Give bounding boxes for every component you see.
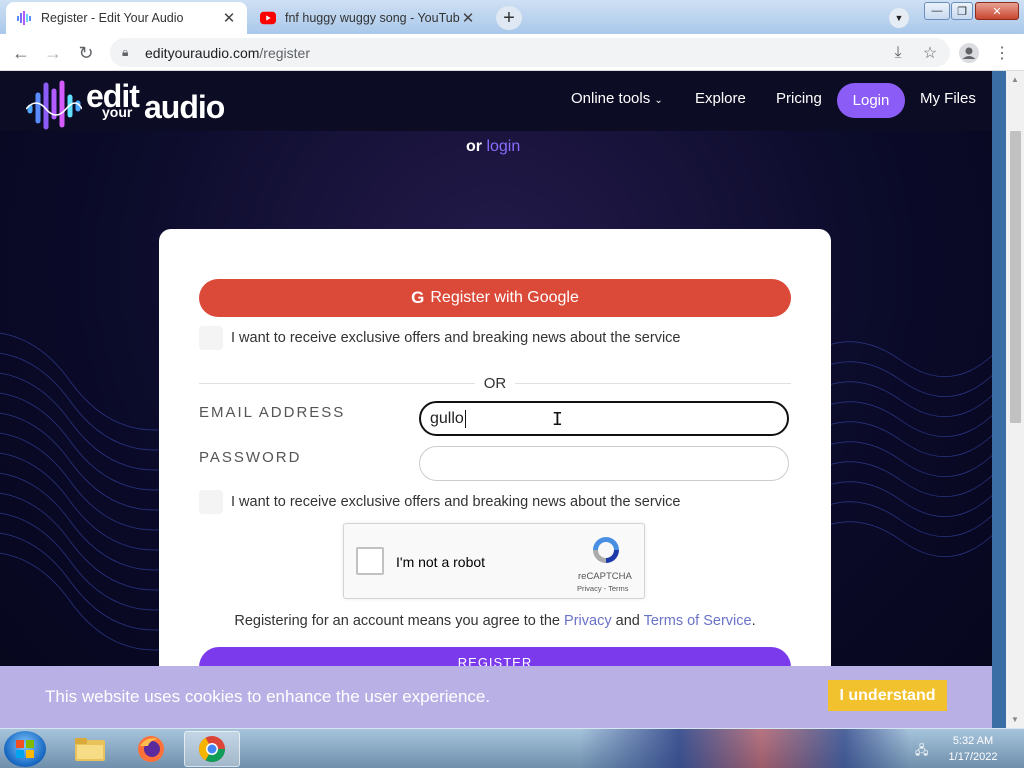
waveform-logo-icon <box>26 80 82 130</box>
recaptcha-links[interactable]: Privacy - Terms <box>577 584 629 593</box>
recaptcha-checkbox[interactable] <box>356 547 384 575</box>
newsletter-label: I want to receive exclusive offers and b… <box>231 494 681 510</box>
nav-pricing[interactable]: Pricing <box>776 90 822 107</box>
scroll-up-icon[interactable]: ▲ <box>1011 75 1019 84</box>
cookie-accept-button[interactable]: I understand <box>828 680 947 711</box>
newsletter-label: I want to receive exclusive offers and b… <box>231 330 681 346</box>
newsletter-checkbox-row-top: I want to receive exclusive offers and b… <box>199 326 680 350</box>
ibeam-cursor-icon: I <box>552 409 563 430</box>
nav-online-tools[interactable]: Online tools ⌄ <box>571 90 663 107</box>
web-page: edit your audio Online tools ⌄ Explore P… <box>0 71 992 728</box>
privacy-link[interactable]: Privacy <box>564 613 612 629</box>
close-window-button[interactable]: ✕ <box>975 2 1019 20</box>
login-button[interactable]: Login <box>837 83 905 118</box>
text-caret <box>464 409 466 428</box>
close-icon[interactable]: ✕ <box>460 9 476 27</box>
reload-icon[interactable]: ↻ <box>74 41 98 65</box>
recaptcha-brand: reCAPTCHA <box>578 571 632 582</box>
newsletter-checkbox-row-bottom: I want to receive exclusive offers and b… <box>199 490 680 514</box>
clock-date: 1/17/2022 <box>948 751 998 763</box>
kebab-menu-icon[interactable]: ⋮ <box>990 41 1014 65</box>
password-label: PASSWORD <box>199 449 302 466</box>
terms-and: and <box>615 613 640 629</box>
google-icon: G <box>411 288 425 307</box>
terms-prefix: Registering for an account means you agr… <box>234 613 561 629</box>
minimize-button[interactable]: — <box>924 2 950 20</box>
nav-online-tools-label: Online tools <box>571 90 651 107</box>
youtube-icon <box>260 10 276 26</box>
cookie-message: This website uses cookies to enhance the… <box>45 687 491 706</box>
profile-avatar-icon[interactable] <box>957 41 981 65</box>
cookie-banner: This website uses cookies to enhance the… <box>0 666 992 728</box>
windows-taskbar: 🖧︎ 5:32 AM 1/17/2022 <box>0 728 1024 768</box>
email-field[interactable]: gullo <box>419 401 789 436</box>
recaptcha-logo-icon <box>593 537 619 563</box>
tab-title: fnf huggy wuggy song - YouTube <box>285 11 460 25</box>
nav-my-files[interactable]: My Files <box>920 90 976 107</box>
windows-start-button[interactable] <box>4 731 46 767</box>
email-label: EMAIL ADDRESS <box>199 404 346 421</box>
password-field[interactable] <box>419 446 789 481</box>
address-bar[interactable]: 🔒︎ edityouraudio.com/register <box>110 38 950 67</box>
edityouraudio-favicon-icon <box>16 10 32 26</box>
firefox-taskbar-button[interactable] <box>123 731 179 767</box>
browser-tab-strip: Register - Edit Your Audio ✕ fnf huggy w… <box>0 0 1024 34</box>
desktop-wallpaper-strip <box>580 729 910 768</box>
scroll-down-icon[interactable]: ▼ <box>1011 715 1019 724</box>
chrome-taskbar-button[interactable] <box>184 731 240 767</box>
folder-icon <box>75 738 105 761</box>
firefox-icon <box>138 736 164 762</box>
site-logo[interactable]: edit your audio <box>26 75 240 131</box>
chevron-down-icon: ⌄ <box>654 95 663 106</box>
file-explorer-taskbar-button[interactable] <box>62 731 118 767</box>
register-with-google-button[interactable]: G Register with Google <box>199 279 791 317</box>
page-scrollbar[interactable]: ▲ ▼ <box>1006 71 1024 728</box>
browser-toolbar: ← → ↻ 🔒︎ edityouraudio.com/register ⤓ ☆ … <box>0 34 1024 71</box>
terms-text: Registering for an account means you agr… <box>159 613 831 629</box>
forward-arrow-icon[interactable]: → <box>41 41 65 65</box>
logo-text-your: your <box>102 104 133 120</box>
clock-time: 5:32 AM <box>952 735 994 747</box>
or-login-text: or login <box>466 138 520 156</box>
lock-icon: 🔒︎ <box>122 45 129 59</box>
url-domain: edityouraudio.com <box>145 44 260 61</box>
tab-search-icon[interactable]: ▼ <box>889 8 909 28</box>
windows-logo-icon <box>16 740 34 758</box>
login-link[interactable]: login <box>486 138 520 155</box>
logo-text-audio: audio <box>144 89 225 125</box>
email-field-value: gullo <box>430 409 464 427</box>
recaptcha-widget: I'm not a robot reCAPTCHA Privacy - Term… <box>343 523 645 599</box>
terms-suffix: . <box>751 613 756 629</box>
newsletter-checkbox[interactable] <box>199 490 223 514</box>
system-clock[interactable]: 5:32 AM 1/17/2022 <box>938 733 1008 765</box>
newsletter-checkbox[interactable] <box>199 326 223 350</box>
back-arrow-icon[interactable]: ← <box>9 41 33 65</box>
close-icon[interactable]: ✕ <box>221 9 237 27</box>
bookmark-star-icon[interactable]: ☆ <box>918 41 942 65</box>
chrome-icon <box>198 736 226 763</box>
register-form-card: G Register with Google I want to receive… <box>159 229 831 728</box>
network-tray-icon[interactable]: 🖧︎ <box>915 741 931 757</box>
google-button-label: Register with Google <box>430 289 579 306</box>
url-path: /register <box>259 44 310 61</box>
site-header: edit your audio Online tools ⌄ Explore P… <box>0 71 992 131</box>
recaptcha-label: I'm not a robot <box>396 554 486 570</box>
tab-title: Register - Edit Your Audio <box>41 11 184 25</box>
nav-explore[interactable]: Explore <box>695 90 746 107</box>
terms-of-service-link[interactable]: Terms of Service <box>644 613 752 629</box>
install-app-icon[interactable]: ⤓ <box>886 41 910 65</box>
or-label: or <box>466 138 482 155</box>
maximize-button[interactable]: ❐ <box>951 2 973 20</box>
tab-youtube[interactable]: fnf huggy wuggy song - YouTube ✕ <box>250 2 486 34</box>
scrollbar-thumb[interactable] <box>1010 131 1021 423</box>
or-divider-label: OR <box>475 375 515 392</box>
tab-register[interactable]: Register - Edit Your Audio ✕ <box>6 2 247 34</box>
new-tab-button[interactable]: + <box>496 6 522 30</box>
